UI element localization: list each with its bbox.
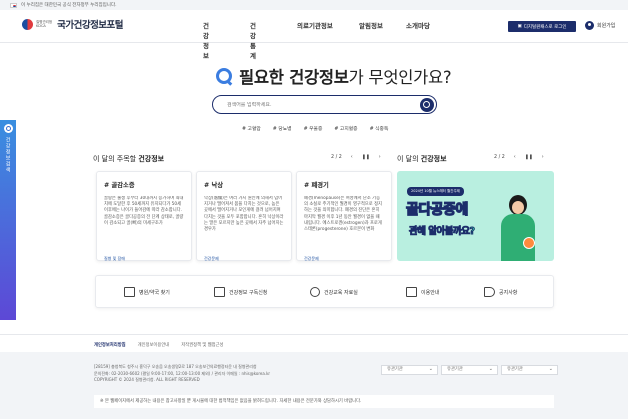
card-body: 낙상(落傷)은 여러 가지 원인에 의해서 넘어지거나 떨어져서 몸을 다치는 … [204, 196, 284, 233]
tag-hypertension[interactable]: # 고혈압 [242, 125, 261, 132]
monthly-section-title: 이 달의 건강정보 [397, 155, 447, 163]
health-info-card[interactable]: # 폐경기 폐경(menopause)은 여성에서 난소 기능의 소실로 주기적… [296, 171, 392, 261]
guide-icon [406, 287, 417, 297]
nav-medical-institutions[interactable]: 의료기관정보 [297, 20, 333, 30]
card-body: 골량은 출생 후부터 30대까지 증가하며 최대치에 도달한 후 50세까지 유… [104, 196, 184, 226]
card-title: # 폐경기 [304, 182, 329, 189]
nav-health-stats[interactable]: 건강통계 [250, 20, 256, 60]
login-icon: ▣ [517, 24, 522, 29]
next-arrow-icon[interactable]: › [379, 155, 381, 160]
footer-address: [28159] 충청북도 청주시 흥덕구 오송읍 오송생명2로 187 오송보건… [94, 364, 271, 382]
tag-hyperlipidemia[interactable]: # 고지혈증 [334, 125, 357, 132]
quick-link-hospital[interactable]: 병원/약국 찾기 [124, 287, 170, 297]
tag-food-poisoning[interactable]: # 식중독 [370, 125, 389, 132]
tag-depression[interactable]: # 우울증 [304, 125, 323, 132]
health-info-card[interactable]: # 낙상 낙상(落傷)은 여러 가지 원인에 의해서 넘어지거나 떨어져서 몸을… [196, 171, 292, 261]
prev-arrow-icon[interactable]: ‹ [514, 155, 516, 160]
search-button[interactable] [420, 97, 434, 112]
card-body: 폐경(menopause)은 여성에서 난소 기능의 소실로 주기적인 월경이 … [304, 196, 382, 233]
featured-section-title: 이 달의 주목할 건강정보 [93, 155, 165, 163]
footer: [28159] 충청북도 청주시 흥덕구 오송읍 오송생명2로 187 오송보건… [0, 352, 628, 419]
logo-org-abbr: KDCA [36, 24, 46, 28]
quick-link-subscribe[interactable]: 건강정보 구독신청 [214, 287, 267, 297]
gov-banner: 이 누리집은 대한민국 공식 전자정부 누리집입니다. [0, 0, 628, 10]
pause-icon[interactable]: ❚❚ [525, 155, 533, 160]
signup-button[interactable]: 회원가입 [585, 21, 615, 30]
footer-link-privacy[interactable]: 개인정보처리방침 [94, 342, 126, 348]
newsletter-icon [214, 287, 225, 297]
promo-main-text: 골다공증에 [405, 201, 469, 218]
header: 질병관리청 KDCA 국가건강정보포털 건강정보 건강통계 의료기관정보 알림정… [0, 10, 628, 60]
footer-link-copyright[interactable]: 저작권정책 및 웹접근성 [181, 342, 223, 348]
megaphone-icon [484, 287, 495, 297]
signup-label: 회원가입 [597, 23, 616, 29]
featured-pager: 2 / 2 ‹ ❚❚ › [331, 155, 381, 160]
site-logo[interactable]: 질병관리청 KDCA 국가건강정보포털 [22, 17, 124, 31]
related-sites-select[interactable]: 유관기관 [441, 365, 498, 375]
gov-banner-text: 이 누리집은 대한민국 공식 전자정부 누리집입니다. [21, 3, 117, 8]
prev-arrow-icon[interactable]: ‹ [351, 155, 353, 160]
quick-link-notice[interactable]: 공지사항 [484, 287, 517, 297]
hero-title-rest: 가 무엇인가요? [348, 68, 452, 87]
digital-onepass-login-button[interactable]: ▣ 디지털원패스로 로그인 [508, 21, 576, 32]
nav-notices[interactable]: 알림정보 [359, 20, 383, 30]
footer-links: 개인정보처리방침 개인정보이용안내 저작권정책 및 웹접근성 [94, 342, 236, 348]
footer-divider [0, 334, 628, 335]
search-box [212, 95, 437, 114]
card-title: # 낙상 [204, 182, 224, 189]
search-icon [3, 124, 13, 133]
hospital-icon [124, 287, 135, 297]
location-pin-icon [310, 287, 320, 297]
newsletter-promo-banner[interactable]: 2024년 10월 뉴스레터 월간주제 골다공증에 관해 알아볼까요? [397, 171, 554, 261]
tag-diabetes[interactable]: # 당뇨병 [273, 125, 292, 132]
footer-disclaimer: ※ 본 웹페이지에서 제공하는 내용은 참고사항일 뿐 게시물에 대한 법적책임… [94, 395, 554, 408]
card-category: 건강문제 [304, 256, 319, 261]
quick-link-guide[interactable]: 이용안내 [406, 287, 439, 297]
popular-tags: # 고혈압 # 당뇨병 # 우울증 # 고지혈증 # 식중독 [242, 125, 400, 132]
promo-top-label: 2024년 10월 뉴스레터 월간주제 [407, 187, 464, 196]
promo-sub-text: 관해 알아볼까요? [409, 226, 476, 238]
hero-title: 필요한 건강정보가 무엇인가요? [215, 64, 452, 88]
search-input[interactable] [227, 101, 407, 108]
related-sites-select[interactable]: 유관기관 [381, 365, 438, 375]
magnifier-icon [215, 67, 233, 85]
korea-flag-icon [10, 2, 17, 8]
featured-page-count: 2 / 2 [331, 155, 342, 160]
login-label: 디지털원패스로 로그인 [523, 24, 567, 30]
quick-links: 병원/약국 찾기 건강정보 구독신청 건강교육 자료실 이용안내 공지사항 [95, 275, 554, 308]
nav-about[interactable]: 소개마당 [406, 20, 430, 30]
logo-title: 국가건강정보포털 [57, 20, 124, 31]
user-icon [585, 21, 594, 30]
nav-health-info[interactable]: 건강정보 [203, 20, 209, 60]
monthly-pager: 2 / 2 ‹ ❚❚ › [494, 155, 544, 160]
hero-title-bold: 필요한 건강정보 [239, 68, 349, 87]
person-illustration [495, 195, 541, 261]
related-sites-select[interactable]: 유관기관 [501, 365, 558, 375]
footer-link-privacy-guide[interactable]: 개인정보이용안내 [138, 342, 170, 348]
card-category: 질병 및 장애 [104, 256, 125, 261]
kdca-emblem-icon [22, 18, 33, 30]
side-tab-label: 건강정보검색 [4, 137, 11, 173]
pause-icon[interactable]: ❚❚ [362, 155, 370, 160]
side-search-tab[interactable]: 건강정보검색 [0, 120, 16, 320]
monthly-page-count: 2 / 2 [494, 155, 505, 160]
card-category: 건강문제 [204, 256, 219, 261]
quick-link-education[interactable]: 건강교육 자료실 [310, 287, 358, 297]
health-info-card[interactable]: # 골감소증 골량은 출생 후부터 30대까지 증가하며 최대치에 도달한 후 … [96, 171, 192, 261]
next-arrow-icon[interactable]: › [542, 155, 544, 160]
card-title: # 골감소증 [104, 182, 135, 189]
